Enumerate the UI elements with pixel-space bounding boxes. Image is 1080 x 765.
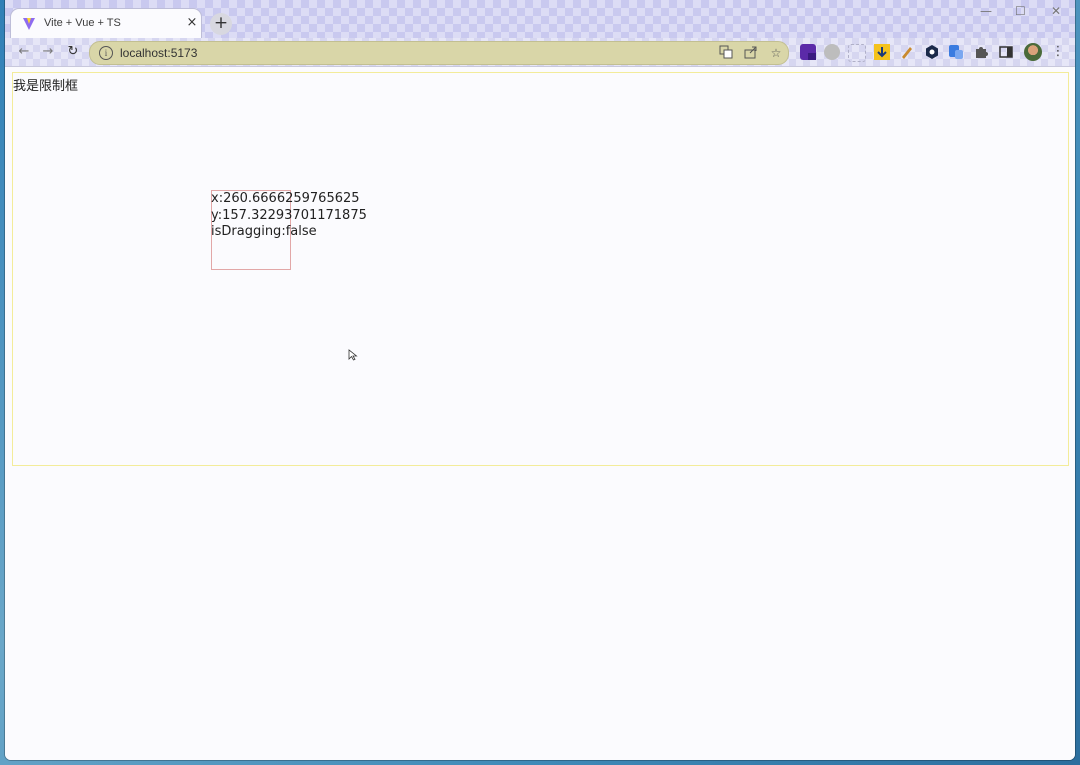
address-bar[interactable]: i localhost:5173 ☆: [89, 41, 789, 65]
close-window-button[interactable]: ✕: [1051, 4, 1061, 18]
y-readout: y:157.32293701171875: [211, 207, 367, 223]
share-icon[interactable]: [743, 45, 759, 61]
minimize-button[interactable]: —: [980, 4, 992, 18]
title-bar: Vite + Vue + TS × + — ☐ ✕: [5, 0, 1075, 38]
forward-button[interactable]: →: [39, 43, 57, 61]
page-content: 我是限制框 x:260.6666259765625 y:157.32293701…: [5, 67, 1075, 760]
profile-avatar[interactable]: [1024, 43, 1042, 61]
dragging-readout: isDragging:false: [211, 224, 317, 239]
browser-toolbar: ← → ↻ i localhost:5173 ☆ ⋮: [5, 38, 1075, 67]
reload-button[interactable]: ↻: [64, 43, 82, 61]
x-readout: x:260.6666259765625: [211, 191, 360, 206]
browser-menu-button[interactable]: ⋮: [1049, 43, 1067, 61]
side-panel-icon[interactable]: [998, 44, 1014, 60]
back-button[interactable]: ←: [15, 43, 33, 61]
extension-translate-icon[interactable]: [948, 44, 964, 60]
extension-badge-icon[interactable]: [800, 44, 816, 60]
browser-window: Vite + Vue + TS × + — ☐ ✕ ← → ↻ i localh…: [5, 0, 1075, 760]
extension-hex-icon[interactable]: [924, 44, 940, 60]
extension-dashed-icon[interactable]: [848, 44, 866, 62]
tab-close-icon[interactable]: ×: [183, 14, 201, 32]
container-label: 我是限制框: [13, 79, 79, 94]
extensions-puzzle-icon[interactable]: [973, 44, 989, 60]
vite-logo-icon: [23, 18, 35, 30]
site-info-icon[interactable]: i: [99, 46, 113, 60]
new-tab-button[interactable]: +: [210, 13, 232, 35]
position-readout: x:260.6666259765625 y:157.32293701171875…: [211, 191, 367, 241]
extension-download-icon[interactable]: [874, 44, 890, 60]
maximize-button[interactable]: ☐: [1015, 4, 1026, 18]
mouse-cursor-icon: [348, 349, 358, 361]
browser-tab[interactable]: Vite + Vue + TS ×: [11, 9, 201, 38]
url-text[interactable]: localhost:5173: [120, 46, 197, 60]
extension-brush-icon[interactable]: [899, 44, 915, 60]
boundary-container: 我是限制框: [12, 72, 1069, 466]
tab-title: Vite + Vue + TS: [44, 17, 121, 29]
translate-icon[interactable]: [718, 45, 734, 61]
extension-circle-icon[interactable]: [824, 44, 840, 60]
star-icon[interactable]: ☆: [768, 45, 784, 61]
